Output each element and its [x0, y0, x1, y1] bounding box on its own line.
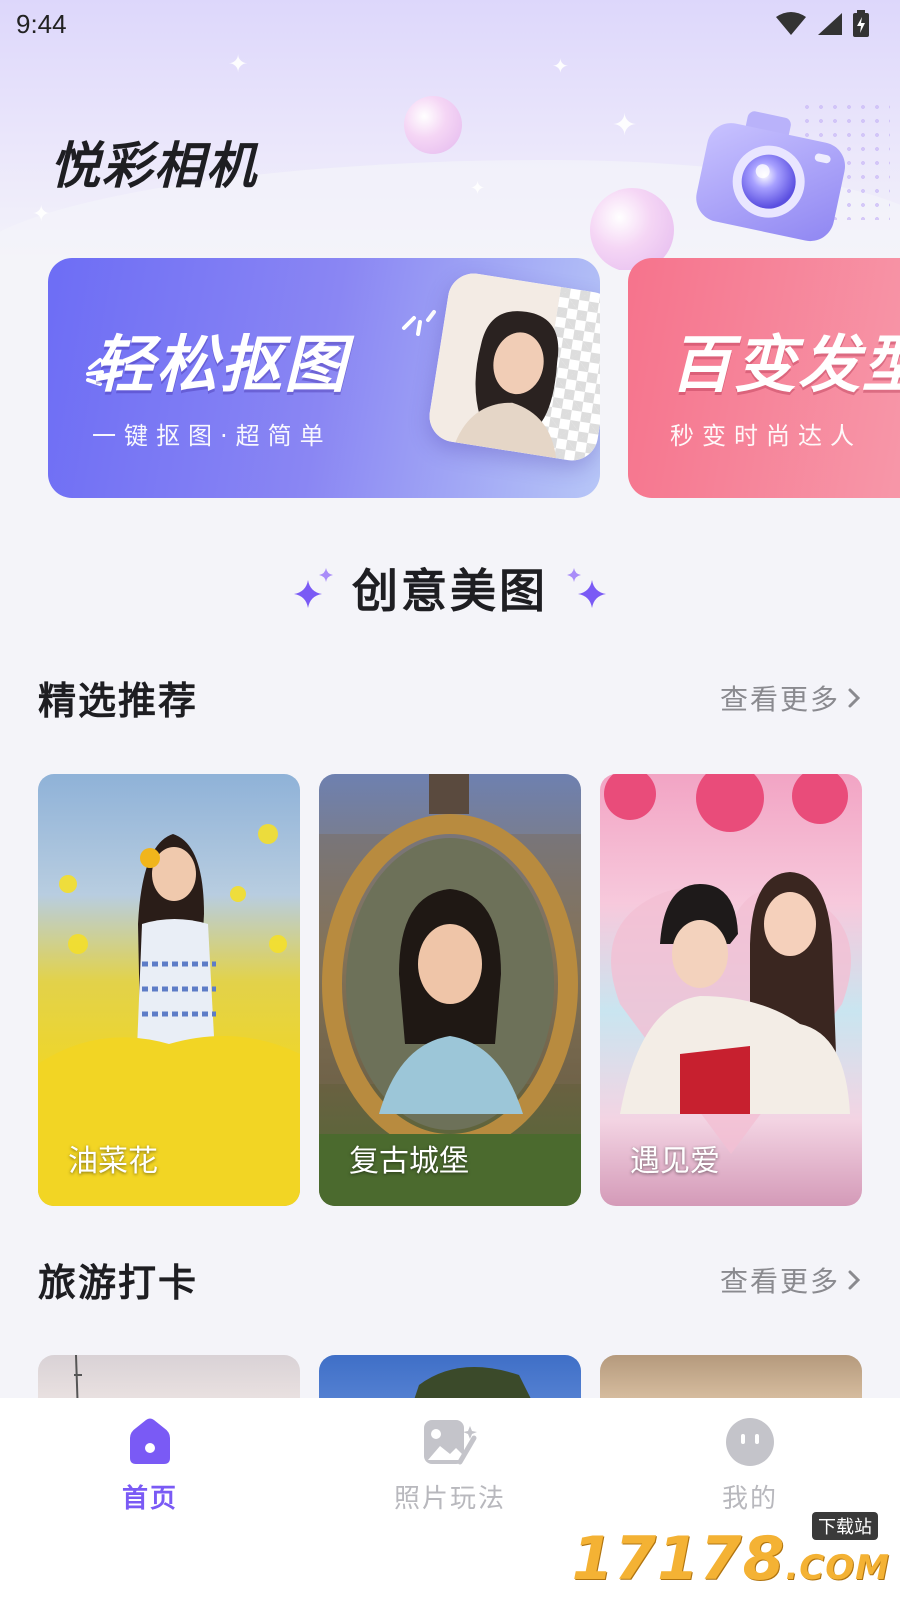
sparkle-icon: ✦	[32, 202, 51, 227]
watermark-suffix: .COM	[785, 1548, 890, 1588]
photo-magic-icon	[424, 1420, 477, 1465]
template-card-castle[interactable]: 复古城堡	[319, 774, 581, 1206]
featured-see-more-link[interactable]: 查看更多	[720, 678, 862, 718]
sparkle-icon: ✦	[612, 108, 638, 143]
portrait-photo	[425, 269, 600, 465]
battery-icon	[853, 10, 869, 37]
banner-title: 轻松抠图	[92, 328, 349, 401]
woman-portrait-image	[425, 269, 561, 459]
banner-hairstyle[interactable]: 百变发型 秒变时尚达人	[628, 258, 900, 498]
featured-title: 精选推荐	[38, 679, 199, 723]
card-label: 复古城堡	[349, 1144, 469, 1179]
chevron-right-icon	[848, 1270, 861, 1289]
featured-header: 精选推荐 查看更多	[38, 670, 862, 725]
travel-title: 旅游打卡	[38, 1261, 199, 1305]
section-title: 创意美图	[352, 564, 548, 618]
travel-header: 旅游打卡 查看更多	[38, 1252, 862, 1307]
app-title: 悦彩相机	[50, 137, 258, 195]
tab-label: 首页	[121, 1484, 178, 1514]
card-label: 油菜花	[68, 1144, 158, 1179]
status-time: 9:44	[16, 8, 67, 39]
see-more-label: 查看更多	[719, 1264, 840, 1298]
home-icon	[130, 1418, 170, 1464]
tab-label: 照片玩法	[393, 1484, 506, 1514]
card-label: 遇见爱	[630, 1144, 720, 1179]
sparkle-icon: ✦	[470, 178, 486, 199]
creative-section-heading: 创意美图	[0, 555, 900, 621]
status-icons	[774, 10, 870, 38]
sparkle-star-icon	[567, 568, 606, 608]
tab-label: 我的	[721, 1484, 778, 1514]
tab-home[interactable]: 首页	[50, 1416, 250, 1600]
banner-subtitle: 一键抠图·超简单	[92, 422, 332, 450]
camera-illustration-icon	[696, 111, 846, 242]
cellular-signal-icon	[818, 13, 842, 35]
banner-cutout[interactable]: 轻松抠图 一键抠图·超简单	[48, 258, 600, 498]
template-card-love[interactable]: 遇见爱	[600, 774, 862, 1206]
spark-lines-icon	[402, 310, 436, 336]
travel-see-more-link[interactable]: 查看更多	[720, 1260, 862, 1300]
see-more-label: 查看更多	[719, 682, 840, 716]
tab-photo-play[interactable]: 照片玩法	[350, 1416, 550, 1600]
sparkle-icon: ✦	[228, 50, 249, 78]
watermark-logo: 17178.COM	[572, 1524, 890, 1594]
sparkle-icon: ✦	[552, 54, 569, 78]
template-card-rapeseed[interactable]: 油菜花	[38, 774, 300, 1206]
wifi-icon	[776, 12, 806, 35]
banner-title: 百变发型	[670, 328, 900, 401]
watermark-text: 17178	[571, 1524, 786, 1594]
banner-subtitle: 秒变时尚达人	[670, 422, 862, 450]
bubble-decoration	[404, 96, 462, 154]
profile-icon	[726, 1418, 774, 1466]
chevron-right-icon	[848, 688, 861, 707]
status-bar: 9:44	[0, 0, 900, 48]
sparkle-star-icon	[294, 568, 333, 608]
